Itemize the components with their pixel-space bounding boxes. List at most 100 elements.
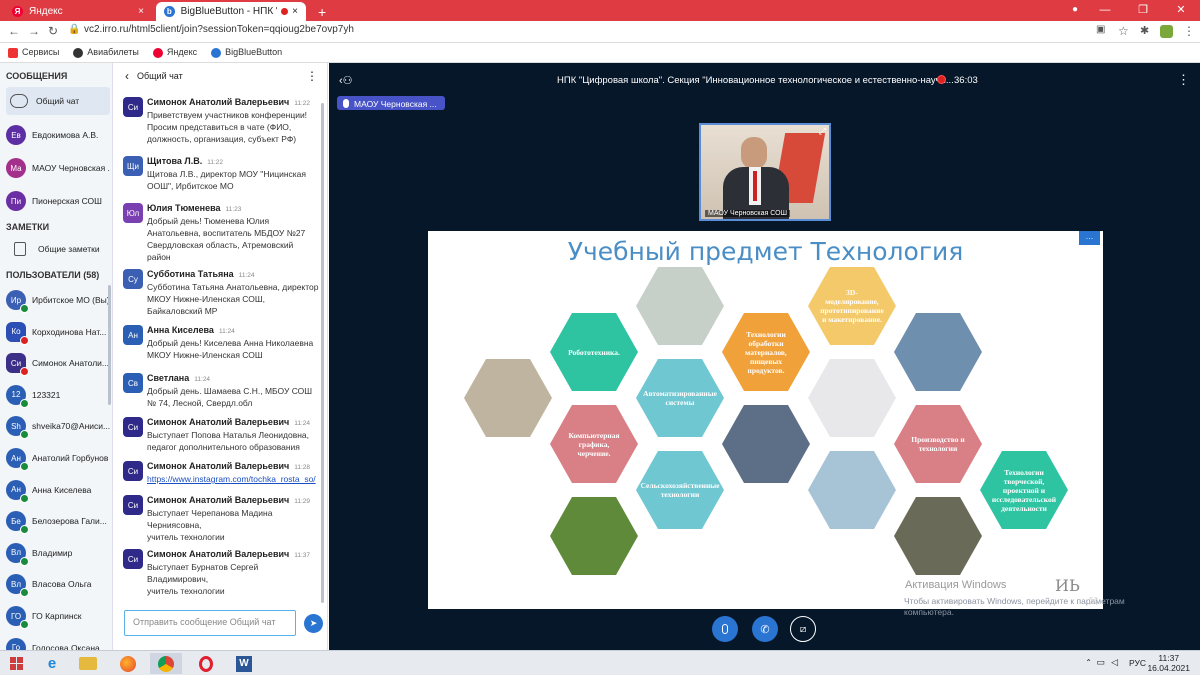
bookmark-star-icon[interactable]: ☆ xyxy=(1118,24,1129,38)
language-indicator[interactable]: РУС xyxy=(1129,658,1146,668)
camera-label: МАОУ Черновская СОШ xyxy=(705,210,790,217)
private-chat-item[interactable]: Ев Евдокимова А.В. xyxy=(6,121,110,149)
bookmark-yandex[interactable]: Яндекс xyxy=(152,47,197,58)
recording-indicator-icon[interactable] xyxy=(937,75,946,84)
avatar-initials: Ко xyxy=(11,327,21,337)
fit-to-width-icon[interactable]: ⤧ xyxy=(1089,596,1098,609)
close-window-icon[interactable]: ✕ xyxy=(1162,0,1200,21)
presentation-area: ‹⚇ НПК "Цифровая школа". Секция "Инновац… xyxy=(329,63,1200,650)
user-list-item[interactable]: Sh shveika70@Аниси... xyxy=(6,412,110,440)
user-list-item[interactable]: Вл Власова Ольга xyxy=(6,570,110,598)
public-chat-item[interactable]: Общий чат xyxy=(6,87,110,115)
message-line[interactable]: https://www.instagram.com/tochka_rosta_s… xyxy=(147,473,323,485)
tray-arrow-icon[interactable]: ⌃ xyxy=(1085,658,1092,667)
chat-title: Общий чат xyxy=(137,71,183,81)
network-icon[interactable]: ▭ xyxy=(1096,657,1105,668)
clock[interactable]: 11:37 16.04.2021 xyxy=(1147,653,1190,673)
url-field[interactable]: vc2.irro.ru/html5client/join?sessionToke… xyxy=(84,24,354,35)
taskbar-ie[interactable]: e xyxy=(36,653,68,674)
slide-options-button[interactable]: … xyxy=(1079,231,1100,245)
bookmark-bigbluebutton[interactable]: BigBlueButton xyxy=(211,47,282,58)
taskbar-explorer[interactable] xyxy=(72,653,104,674)
start-button[interactable] xyxy=(0,653,32,674)
shared-notes-item[interactable]: Общие заметки xyxy=(6,235,110,263)
chat-back-button[interactable]: ‹ xyxy=(125,69,129,83)
volume-icon[interactable]: ◁ xyxy=(1111,657,1118,668)
toggle-userlist-icon[interactable]: ‹⚇ xyxy=(339,74,353,87)
bookmark-flights[interactable]: Авиабилеты xyxy=(73,47,139,58)
user-list-item[interactable]: Си Симонок Анатоли... xyxy=(6,349,110,377)
message-line: ООШ", Ирбитское МО xyxy=(147,181,234,191)
message-author: Светлана 11:24 xyxy=(147,373,210,383)
message-text: Выступает Черепанова Мадина Черниясовна, у… xyxy=(147,507,323,543)
talking-indicator[interactable]: МАОУ Черновская ... xyxy=(337,96,445,110)
user-list-item[interactable]: 12 123321 xyxy=(6,381,110,409)
fullscreen-icon[interactable]: ⤢ xyxy=(819,126,826,137)
tab-bigbluebutton[interactable]: b BigBlueButton - НПК "Циф... × xyxy=(156,2,306,21)
mute-button[interactable] xyxy=(712,616,738,642)
message-author: Субботина Татьяна 11:24 xyxy=(147,269,255,279)
scrollbar[interactable] xyxy=(108,285,111,405)
forward-icon[interactable]: → xyxy=(28,24,40,38)
share-webcam-button[interactable]: ⧄ xyxy=(790,616,816,642)
taskbar-opera[interactable] xyxy=(190,653,222,674)
bbb-favicon-icon: b xyxy=(164,6,175,17)
message-line: Черниясовна, xyxy=(147,520,202,530)
hex-topic: Технологии творческой, проектной и иссле… xyxy=(980,451,1068,529)
back-icon[interactable]: ← xyxy=(8,24,20,38)
message-line: Приветствуем участников конференции! xyxy=(147,110,308,120)
tab-yandex[interactable]: Я Яндекс × xyxy=(4,2,152,21)
user-name: Владимир xyxy=(32,547,73,558)
hex-topic: 3D-моделирование, прототипирование и мак… xyxy=(808,267,896,345)
hex-topic: Производство и технологии xyxy=(894,405,982,483)
reload-icon[interactable]: ↻ xyxy=(48,24,58,38)
leave-audio-button[interactable]: ✆ xyxy=(752,616,778,642)
user-list-item[interactable]: Ир Ирбитское МО (Вы) xyxy=(6,286,110,314)
menu-icon[interactable]: ⋮ xyxy=(1183,24,1195,38)
message-author: Юлия Тюменева 11:23 xyxy=(147,203,241,213)
browser-tab-bar: Я Яндекс × b BigBlueButton - НПК "Циф...… xyxy=(0,0,1200,21)
close-tab-icon[interactable]: × xyxy=(128,6,144,17)
recording-timer: 36:03 xyxy=(954,75,978,86)
message-text: Добрый день. Шамаева С.Н., МБОУ СОШ № 74,… xyxy=(147,385,323,409)
author-name: Симонок Анатолий Валерьевич xyxy=(147,495,290,505)
bookmark-services[interactable]: Сервисы xyxy=(8,47,59,58)
user-list-item[interactable]: Ан Анатолий Горбунов xyxy=(6,444,110,472)
close-tab-icon[interactable]: × xyxy=(288,6,298,17)
chat-scrollbar[interactable] xyxy=(321,103,324,603)
private-chat-item[interactable]: Ма МАОУ Черновская ... xyxy=(6,154,110,182)
microphone-icon xyxy=(722,624,728,634)
tab-label: Яндекс xyxy=(29,6,63,17)
new-tab-button[interactable]: + xyxy=(310,2,334,21)
slide-title: Учебный предмет Технология xyxy=(567,237,964,266)
user-list-item[interactable]: Вл Владимир xyxy=(6,539,110,567)
taskbar-firefox[interactable] xyxy=(112,653,144,674)
microphone-status-icon xyxy=(20,588,29,598)
send-button[interactable]: ➤ xyxy=(304,614,323,633)
camera-permission-icon[interactable]: ▣ xyxy=(1096,24,1105,35)
user-list-item[interactable]: ГО ГО Карпинск xyxy=(6,602,110,630)
message-time: 11:23 xyxy=(225,206,242,213)
user-name: shveika70@Аниси... xyxy=(32,421,110,432)
options-menu-icon[interactable]: ⋮ xyxy=(1177,72,1190,88)
user-list-item[interactable]: Бе Белозерова Гали... xyxy=(6,507,110,535)
taskbar-chrome[interactable] xyxy=(150,653,182,674)
avatar: Щи xyxy=(123,156,143,176)
phone-icon: ✆ xyxy=(760,623,770,636)
hex-topic: Автоматизированные системы xyxy=(636,359,724,437)
message-line: Щитова Л.В., директор МОУ "Ницинская xyxy=(147,169,307,179)
private-chat-item[interactable]: Пи Пионерская СОШ xyxy=(6,187,110,215)
webcam-video[interactable]: МАОУ Черновская СОШ ⤢ xyxy=(699,123,831,221)
chat-message-input[interactable]: Отправить сообщение Общий чат xyxy=(124,610,296,636)
taskbar-word[interactable]: W xyxy=(228,653,260,674)
maximize-icon[interactable]: ❐ xyxy=(1124,0,1162,21)
minimize-icon[interactable]: — xyxy=(1086,0,1124,21)
chat-panel: ‹ Общий чат ⋮ Си Симонок Анатолий Валерье… xyxy=(113,63,328,650)
user-list-item[interactable]: Ан Анна Киселева xyxy=(6,476,110,504)
extensions-icon[interactable]: ✱ xyxy=(1140,24,1149,37)
user-list-item[interactable]: Ко Корходинова Нат... xyxy=(6,318,110,346)
avatar-initials: Ан xyxy=(11,485,21,495)
avatar[interactable] xyxy=(1160,25,1173,38)
chat-menu-icon[interactable]: ⋮ xyxy=(306,69,318,83)
profile-icon[interactable]: ● xyxy=(1072,4,1078,15)
